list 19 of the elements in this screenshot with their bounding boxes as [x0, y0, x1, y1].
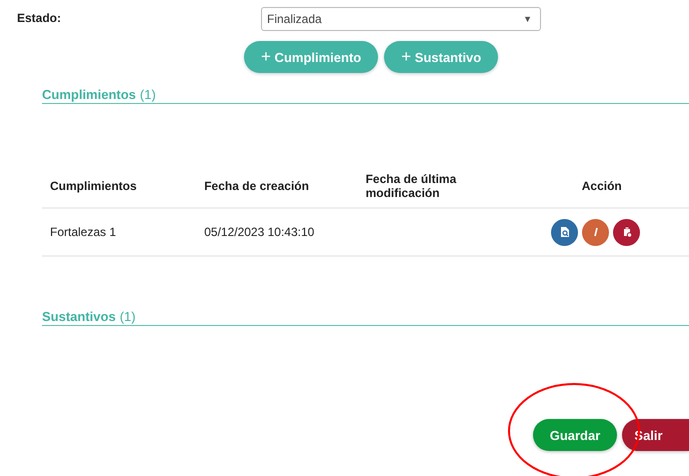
section-count: (1) [140, 87, 156, 102]
column-header: Acción [582, 178, 622, 192]
edit-button[interactable] [582, 218, 610, 246]
section-title: Cumplimientos [42, 87, 136, 102]
add-button[interactable]: + Sustantivo [384, 41, 498, 73]
view-button[interactable] [551, 218, 578, 246]
section-count: (1) [120, 309, 136, 324]
column-header: Fecha de última modificación [366, 172, 458, 200]
section-title: Sustantivos [42, 309, 116, 324]
document-search-icon [558, 226, 571, 238]
table-cell: 05/12/2023 10:43:10 [204, 225, 314, 239]
column-header: Cumplimientos [50, 178, 137, 192]
save-button[interactable]: Guardar [533, 419, 617, 451]
column-header: Fecha de creación [204, 178, 309, 192]
field-label: Estado: [17, 10, 62, 27]
add-button[interactable]: + Cumplimiento [244, 41, 378, 73]
table-cell: Fortalezas 1 [50, 225, 116, 239]
status-dropdown[interactable]: Finalizada ▼ [261, 7, 541, 31]
delete-button[interactable] [613, 218, 640, 246]
